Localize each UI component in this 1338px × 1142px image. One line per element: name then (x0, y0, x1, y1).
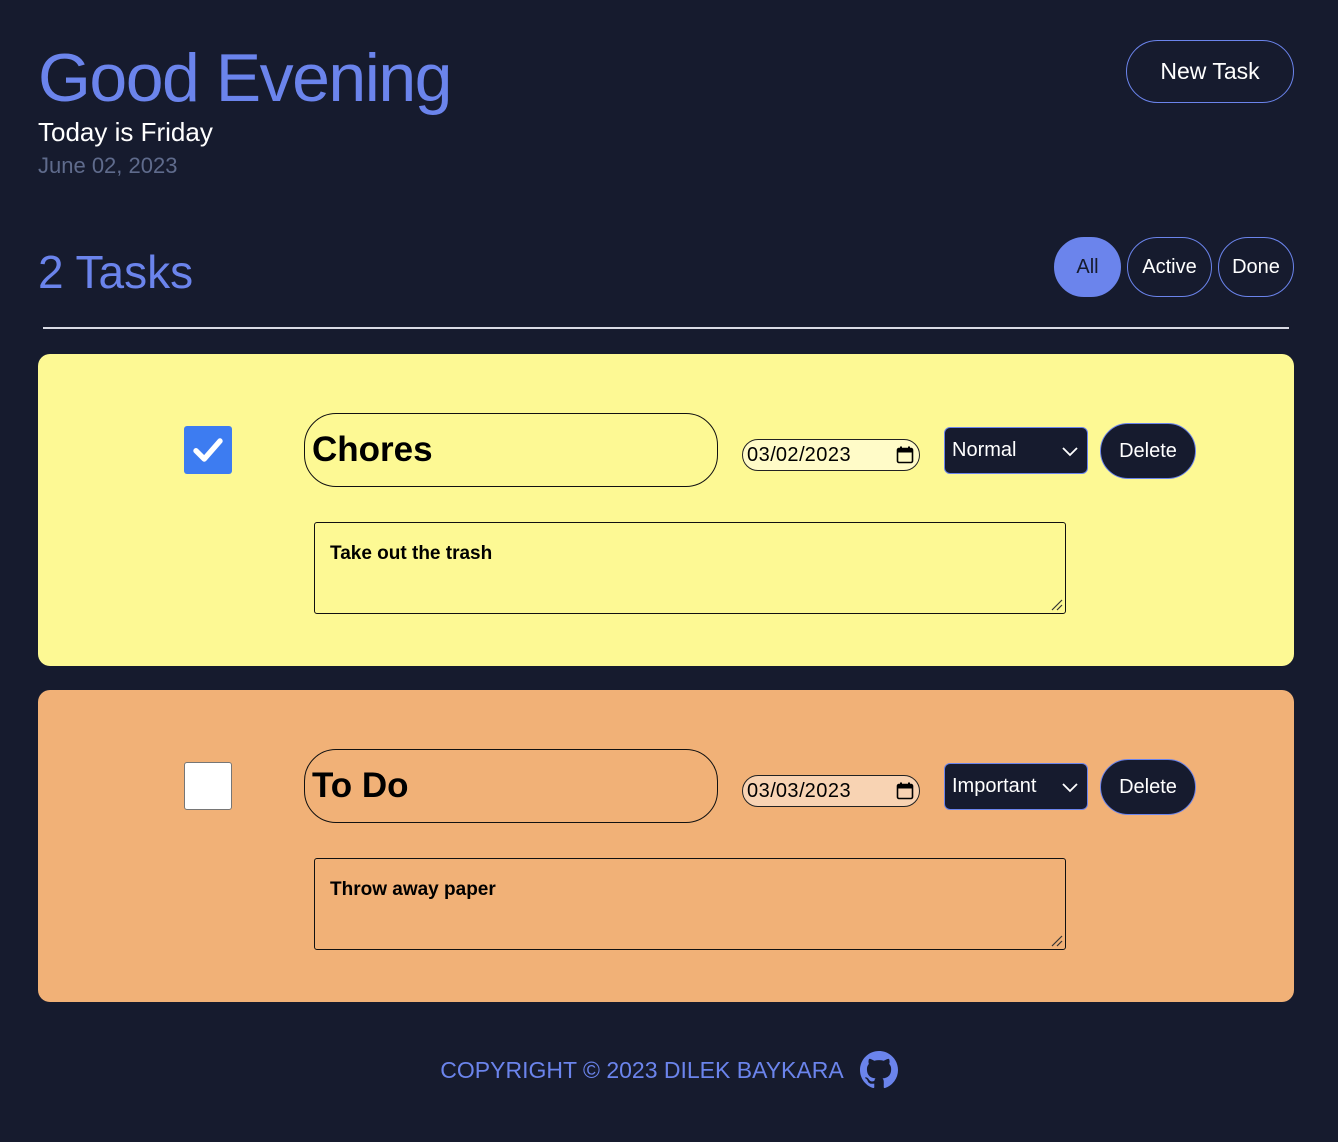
priority-select[interactable]: Normal (944, 427, 1088, 474)
filter-group: All Active Done (1054, 237, 1294, 297)
filter-done-button[interactable]: Done (1218, 237, 1294, 297)
new-task-button[interactable]: New Task (1126, 40, 1294, 103)
resize-handle-icon[interactable] (1049, 933, 1063, 947)
date-month: 03 (747, 779, 771, 802)
greeting-title: Good Evening (38, 40, 452, 116)
day-subtitle: Today is Friday (38, 117, 213, 147)
divider (43, 327, 1289, 329)
priority-value: Important (952, 775, 1037, 797)
task-title-input[interactable]: Chores (304, 413, 718, 487)
delete-button[interactable]: Delete (1100, 759, 1196, 815)
date-month: 03 (747, 443, 771, 466)
date-year: 2023 (804, 779, 852, 802)
task-description: Throw away paper (330, 879, 496, 900)
task-checkbox[interactable] (184, 762, 232, 810)
task-description-textarea[interactable]: Take out the trash (314, 522, 1066, 614)
delete-button[interactable]: Delete (1100, 423, 1196, 479)
priority-value: Normal (952, 439, 1017, 461)
chevron-down-icon (1062, 447, 1078, 457)
filter-all-button[interactable]: All (1054, 237, 1121, 297)
github-icon[interactable] (859, 1051, 898, 1089)
task-card: Chores 03/02/2023 Normal Delete Take out… (38, 354, 1294, 666)
priority-select[interactable]: Important (944, 763, 1088, 810)
task-checkbox[interactable] (184, 426, 232, 474)
task-title-input[interactable]: To Do (304, 749, 718, 823)
task-date-input[interactable]: 03/03/2023 (742, 775, 920, 807)
chevron-down-icon (1062, 783, 1078, 793)
calendar-icon[interactable] (896, 782, 914, 800)
copyright-text: COPYRIGHT © 2023 DILEK BAYKARA (440, 1056, 844, 1083)
current-date: June 02, 2023 (38, 153, 178, 178)
calendar-icon[interactable] (896, 446, 914, 464)
date-day: 03 (775, 779, 800, 802)
task-description-textarea[interactable]: Throw away paper (314, 858, 1066, 950)
date-day: 02 (775, 443, 800, 466)
checkmark-icon (193, 438, 223, 462)
task-count: 2 Tasks (38, 246, 194, 298)
task-card: To Do 03/03/2023 Important Delete Throw … (38, 690, 1294, 1002)
footer: COPYRIGHT © 2023 DILEK BAYKARA (0, 1048, 1338, 1092)
resize-handle-icon[interactable] (1049, 597, 1063, 611)
filter-active-button[interactable]: Active (1127, 237, 1212, 297)
task-date-input[interactable]: 03/02/2023 (742, 439, 920, 471)
date-year: 2023 (804, 443, 852, 466)
task-description: Take out the trash (330, 543, 493, 564)
